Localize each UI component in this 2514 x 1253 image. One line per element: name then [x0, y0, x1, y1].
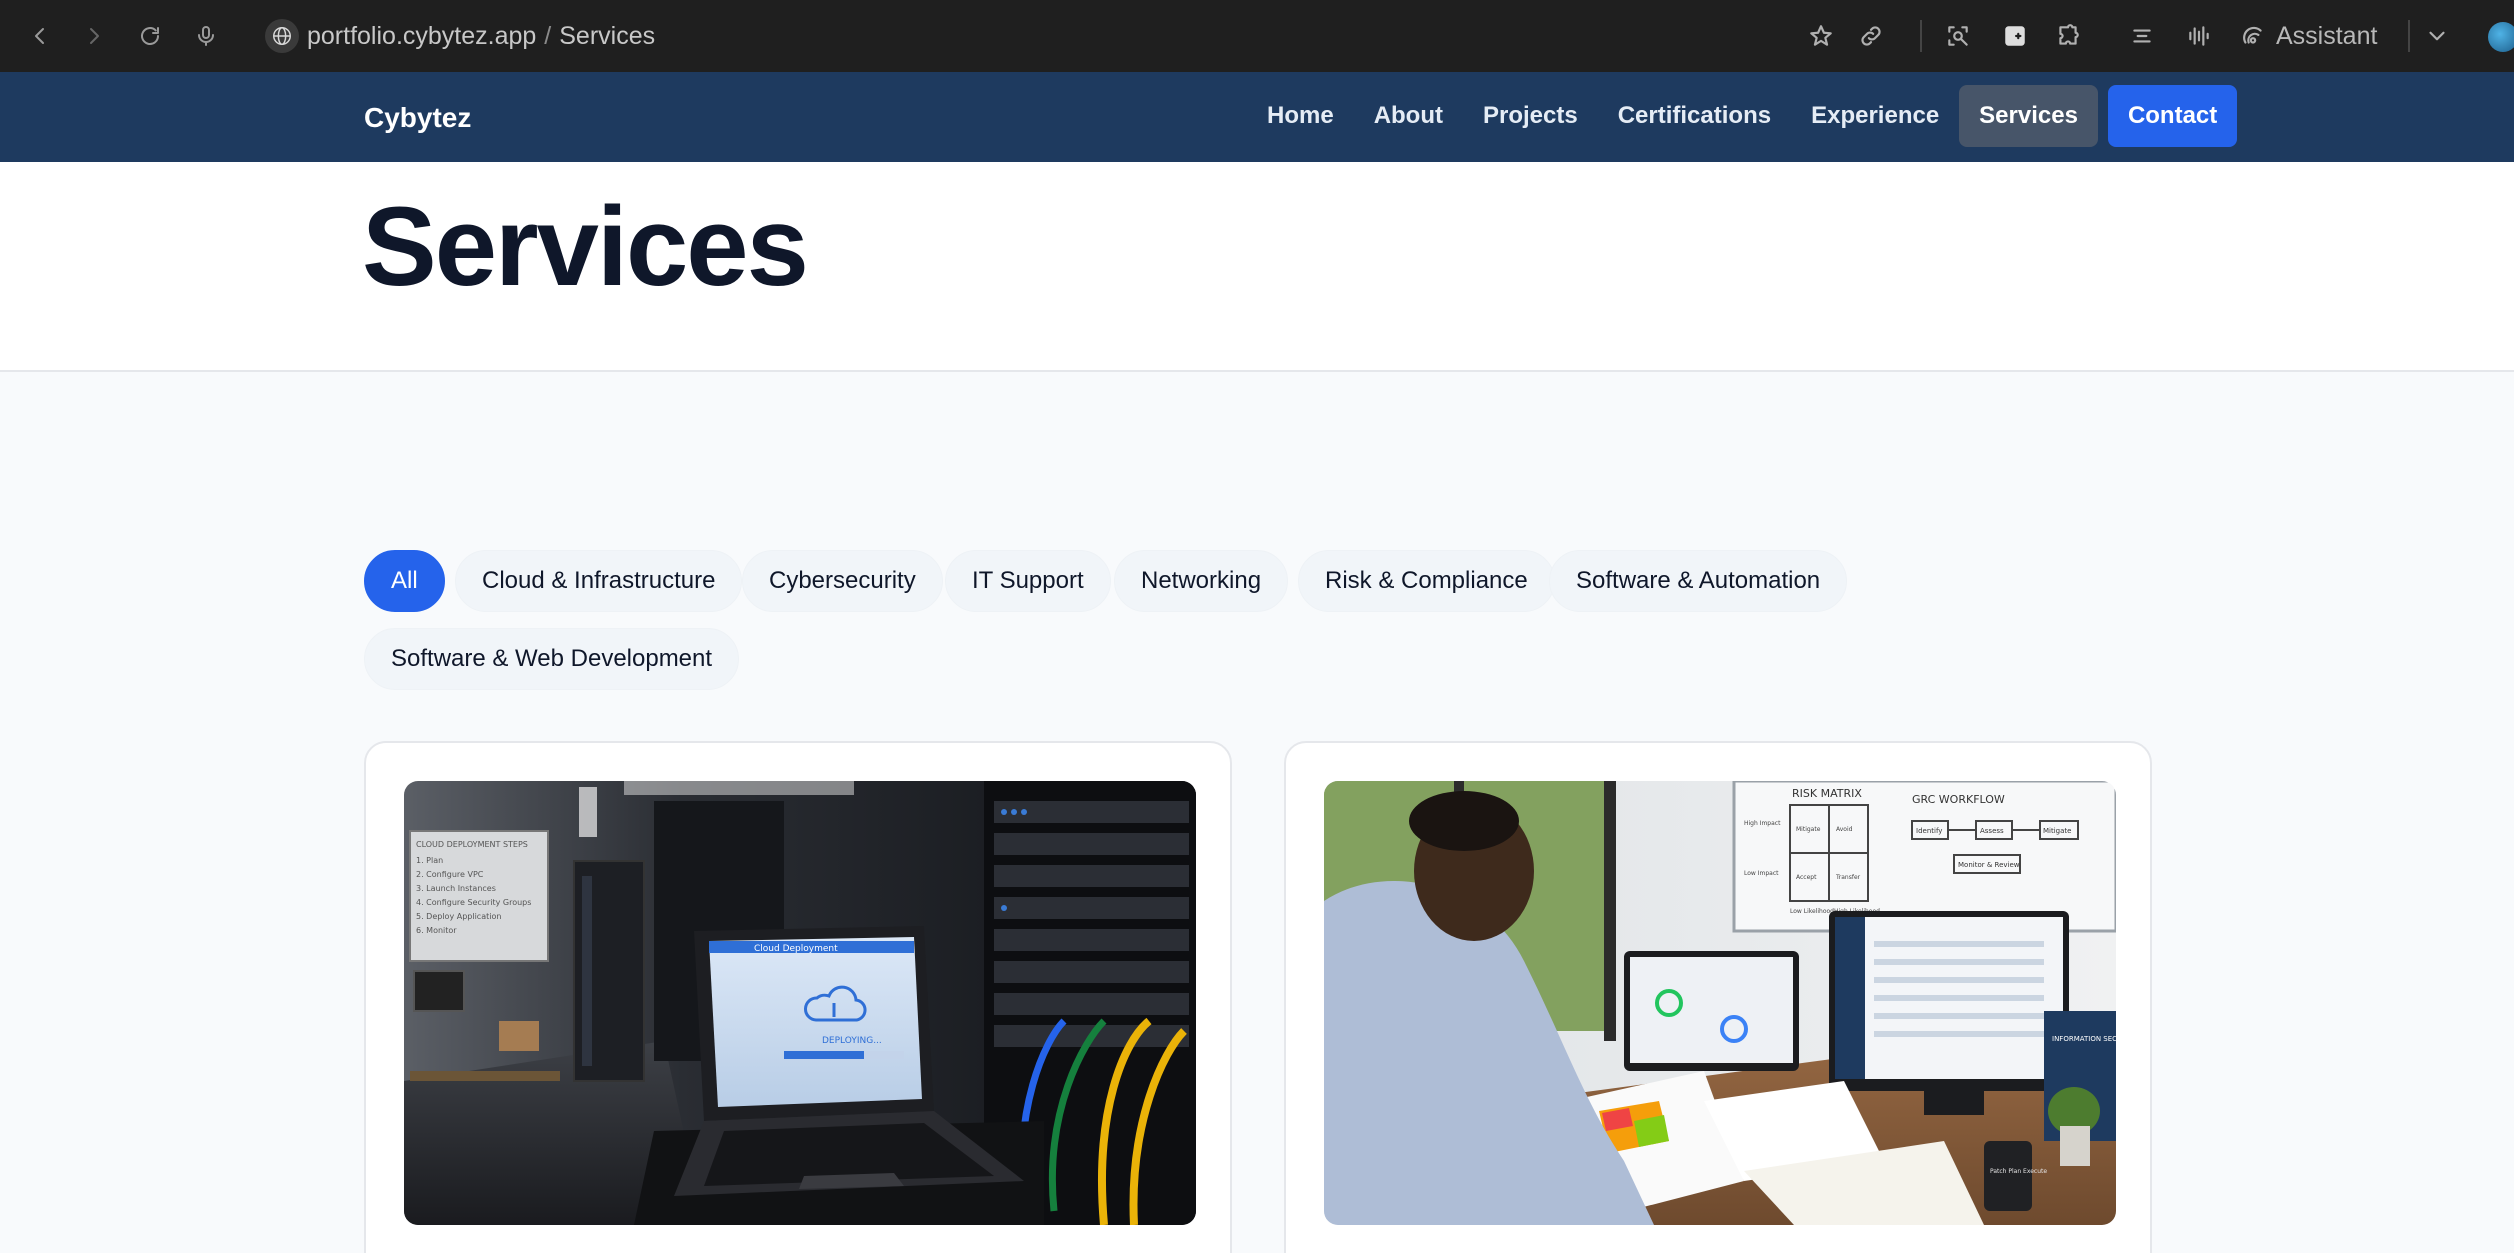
reload-icon [141, 27, 159, 45]
voice-search-button[interactable] [188, 18, 224, 54]
star-icon [1810, 25, 1832, 46]
back-arrow-icon [35, 28, 44, 44]
filter-it-support[interactable]: IT Support [945, 550, 1111, 612]
filter-cybersecurity[interactable]: Cybersecurity [742, 550, 943, 612]
laptop-screen-title: Cloud Deployment [754, 944, 838, 954]
site-navbar: Cybytez Home About Projects Certificatio… [0, 72, 2514, 162]
filter-all[interactable]: All [364, 550, 445, 612]
browser-toolbar: portfolio.cybytez.app / Services Assistant [0, 0, 2514, 72]
nav-link-certifications[interactable]: Certifications [1598, 85, 1791, 147]
matrix-cell: Transfer [1835, 874, 1861, 881]
forward-button[interactable] [76, 18, 112, 54]
reload-button[interactable] [132, 18, 168, 54]
matrix-axis-label: Low Impact [1744, 870, 1779, 877]
nav-link-services[interactable]: Services [1959, 85, 2098, 147]
filter-software-web-development[interactable]: Software & Web Development [364, 628, 740, 690]
bookmark-button[interactable] [1803, 18, 1839, 54]
nav-link-home[interactable]: Home [1247, 85, 1354, 147]
url-domain: portfolio.cybytez.app [307, 22, 537, 50]
screen-search-icon [1948, 26, 1968, 46]
copy-link-button[interactable] [1853, 18, 1889, 54]
filter-software-automation[interactable]: Software & Automation [1549, 550, 1848, 612]
whiteboard-step: 2. Configure VPC [416, 870, 484, 879]
mug-text: Patch Plan Execute [1990, 1168, 2047, 1175]
profile-avatar[interactable] [2488, 22, 2514, 52]
url-separator: / [544, 22, 552, 50]
nav-link-about[interactable]: About [1354, 85, 1463, 147]
forward-arrow-icon [90, 28, 99, 44]
assistant-label: Assistant [2276, 21, 2378, 50]
puzzle-icon [2059, 24, 2079, 45]
whiteboard-step: 3. Launch Instances [416, 884, 496, 893]
lens-search-button[interactable] [1940, 18, 1976, 54]
nav-link-projects[interactable]: Projects [1463, 85, 1598, 147]
reading-mode-button[interactable] [2124, 18, 2160, 54]
workflow-step: Monitor & Review [1958, 861, 2020, 869]
whiteboard-heading: CLOUD DEPLOYMENT STEPS [416, 840, 528, 849]
globe-icon [273, 27, 291, 45]
whiteboard-step: 1. Plan [416, 856, 443, 865]
service-card[interactable]: CLOUD DEPLOYMENT STEPS 1. Plan 2. Config… [364, 741, 1232, 1253]
microphone-icon [198, 26, 214, 46]
url-path: Services [559, 22, 656, 50]
workflow-step: Assess [1980, 827, 2004, 835]
toolbar-divider [1920, 20, 1922, 52]
whiteboard-step: 6. Monitor [416, 926, 457, 935]
matrix-cell: Accept [1796, 874, 1817, 881]
toolbar-divider [2408, 20, 2410, 52]
matrix-axis-label: High Impact [1744, 820, 1781, 827]
side-panel-button[interactable] [1997, 18, 2033, 54]
audio-button[interactable] [2181, 18, 2217, 54]
assistant-button[interactable]: Assistant [2240, 18, 2377, 54]
service-card-image: RISK MATRIX GRC WORKFLOW Mitigate Avoid … [1324, 781, 2116, 1225]
waveform-icon [2189, 26, 2209, 46]
workflow-step: Identify [1916, 827, 1942, 835]
assistant-icon [2243, 26, 2262, 44]
whiteboard-step: 4. Configure Security Groups [416, 898, 531, 907]
nav-link-experience[interactable]: Experience [1791, 85, 1959, 147]
matrix-cell: Mitigate [1796, 826, 1821, 833]
matrix-cell: Avoid [1836, 826, 1853, 833]
whiteboard-grc-title: GRC WORKFLOW [1912, 793, 2005, 806]
whiteboard-risk-title: RISK MATRIX [1792, 787, 1862, 800]
filter-networking[interactable]: Networking [1114, 550, 1289, 612]
site-brand[interactable]: Cybytez [364, 102, 471, 134]
contact-button[interactable]: Contact [2107, 85, 2238, 147]
whiteboard-step: 5. Deploy Application [416, 912, 501, 921]
matrix-axis-label: Low Likelihood [1790, 908, 1834, 915]
chevron-down-icon [2429, 31, 2445, 41]
list-icon [2133, 29, 2151, 43]
filter-risk-compliance[interactable]: Risk & Compliance [1298, 550, 1555, 612]
workflow-step: Mitigate [2043, 827, 2071, 835]
back-button[interactable] [22, 18, 58, 54]
service-card-image: CLOUD DEPLOYMENT STEPS 1. Plan 2. Config… [404, 781, 1196, 1225]
laptop-screen-status: DEPLOYING... [822, 1036, 882, 1046]
page-header: Services [0, 162, 2514, 372]
filter-cloud-infrastructure[interactable]: Cloud & Infrastructure [455, 550, 743, 612]
link-icon [1861, 26, 1881, 46]
extensions-button[interactable] [2050, 18, 2086, 54]
page-title: Services [362, 184, 809, 309]
nav-links: Home About Projects Certifications Exper… [1247, 85, 2238, 147]
service-card[interactable]: RISK MATRIX GRC WORKFLOW Mitigate Avoid … [1284, 741, 2152, 1253]
site-info-button[interactable] [265, 19, 299, 53]
address-bar[interactable]: portfolio.cybytez.app / Services [307, 22, 655, 51]
policy-sign-text: INFORMATION SECURITY POLICY [2052, 1035, 2116, 1043]
menu-dropdown-button[interactable] [2419, 18, 2455, 54]
side-panel-icon [2005, 26, 2025, 46]
